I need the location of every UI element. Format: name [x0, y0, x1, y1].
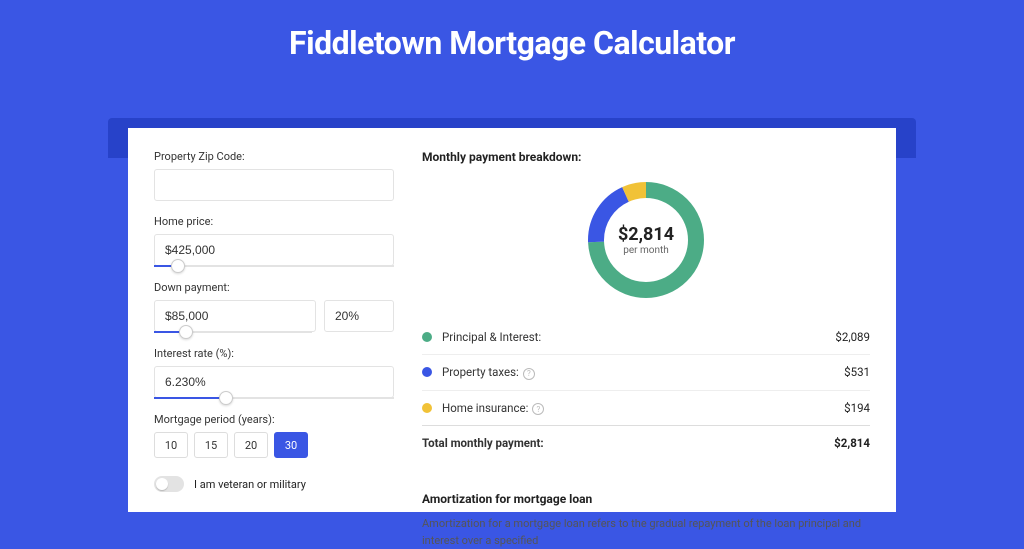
legend-value: $531 [844, 365, 870, 379]
period-label: Mortgage period (years): [154, 413, 394, 426]
breakdown-title: Monthly payment breakdown: [422, 150, 870, 164]
rate-group: Interest rate (%): [154, 347, 394, 399]
home-price-group: Home price: [154, 215, 394, 267]
legend: Principal & Interest:$2,089Property taxe… [422, 320, 870, 425]
down-payment-group: Down payment: [154, 281, 394, 333]
breakdown-panel: Monthly payment breakdown: $2,814 per mo… [422, 150, 870, 512]
legend-value: $194 [844, 401, 870, 415]
donut-chart: $2,814 per month [584, 178, 708, 302]
legend-dot [422, 403, 432, 413]
amortization-title: Amortization for mortgage loan [422, 492, 870, 506]
legend-label: Home insurance:? [442, 401, 844, 416]
amortization-section: Amortization for mortgage loan Amortizat… [422, 478, 870, 549]
donut-amount: $2,814 [618, 224, 674, 245]
slider-thumb[interactable] [179, 325, 193, 339]
home-price-slider[interactable] [154, 265, 394, 267]
veteran-row: I am veteran or military [154, 476, 394, 492]
rate-slider[interactable] [154, 397, 394, 399]
legend-row: Principal & Interest:$2,089 [422, 320, 870, 354]
info-icon[interactable]: ? [523, 368, 535, 380]
slider-thumb[interactable] [171, 259, 185, 273]
donut-center: $2,814 per month [584, 178, 708, 302]
rate-label: Interest rate (%): [154, 347, 394, 360]
legend-dot [422, 332, 432, 342]
slider-fill [154, 397, 226, 399]
donut-sub: per month [623, 245, 669, 256]
donut-wrap: $2,814 per month [422, 178, 870, 302]
zip-group: Property Zip Code: [154, 150, 394, 201]
zip-label: Property Zip Code: [154, 150, 394, 163]
calculator-card: Property Zip Code: Home price: Down paym… [128, 128, 896, 512]
down-payment-pct-input[interactable] [324, 300, 394, 332]
zip-input[interactable] [154, 169, 394, 201]
legend-row: Home insurance:?$194 [422, 390, 870, 426]
rate-input[interactable] [154, 366, 394, 398]
amortization-text: Amortization for a mortgage loan refers … [422, 516, 870, 549]
slider-thumb[interactable] [219, 391, 233, 405]
toggle-knob [156, 478, 168, 490]
down-payment-slider[interactable] [154, 331, 312, 333]
legend-label: Property taxes:? [442, 365, 844, 380]
down-payment-input[interactable] [154, 300, 316, 332]
legend-dot [422, 367, 432, 377]
period-button-30[interactable]: 30 [274, 432, 308, 458]
total-label: Total monthly payment: [422, 436, 834, 450]
legend-value: $2,089 [835, 330, 870, 344]
period-button-10[interactable]: 10 [154, 432, 188, 458]
total-row: Total monthly payment: $2,814 [422, 425, 870, 460]
veteran-toggle[interactable] [154, 476, 184, 492]
info-icon[interactable]: ? [532, 403, 544, 415]
total-value: $2,814 [834, 436, 870, 450]
down-payment-label: Down payment: [154, 281, 394, 294]
legend-label: Principal & Interest: [442, 330, 835, 344]
page-title: Fiddletown Mortgage Calculator [0, 0, 1024, 80]
inputs-panel: Property Zip Code: Home price: Down paym… [154, 150, 394, 512]
period-button-20[interactable]: 20 [234, 432, 268, 458]
home-price-input[interactable] [154, 234, 394, 266]
period-buttons: 10152030 [154, 432, 394, 458]
period-button-15[interactable]: 15 [194, 432, 228, 458]
home-price-label: Home price: [154, 215, 394, 228]
period-group: Mortgage period (years): 10152030 [154, 413, 394, 458]
veteran-label: I am veteran or military [194, 478, 306, 491]
legend-row: Property taxes:?$531 [422, 354, 870, 390]
